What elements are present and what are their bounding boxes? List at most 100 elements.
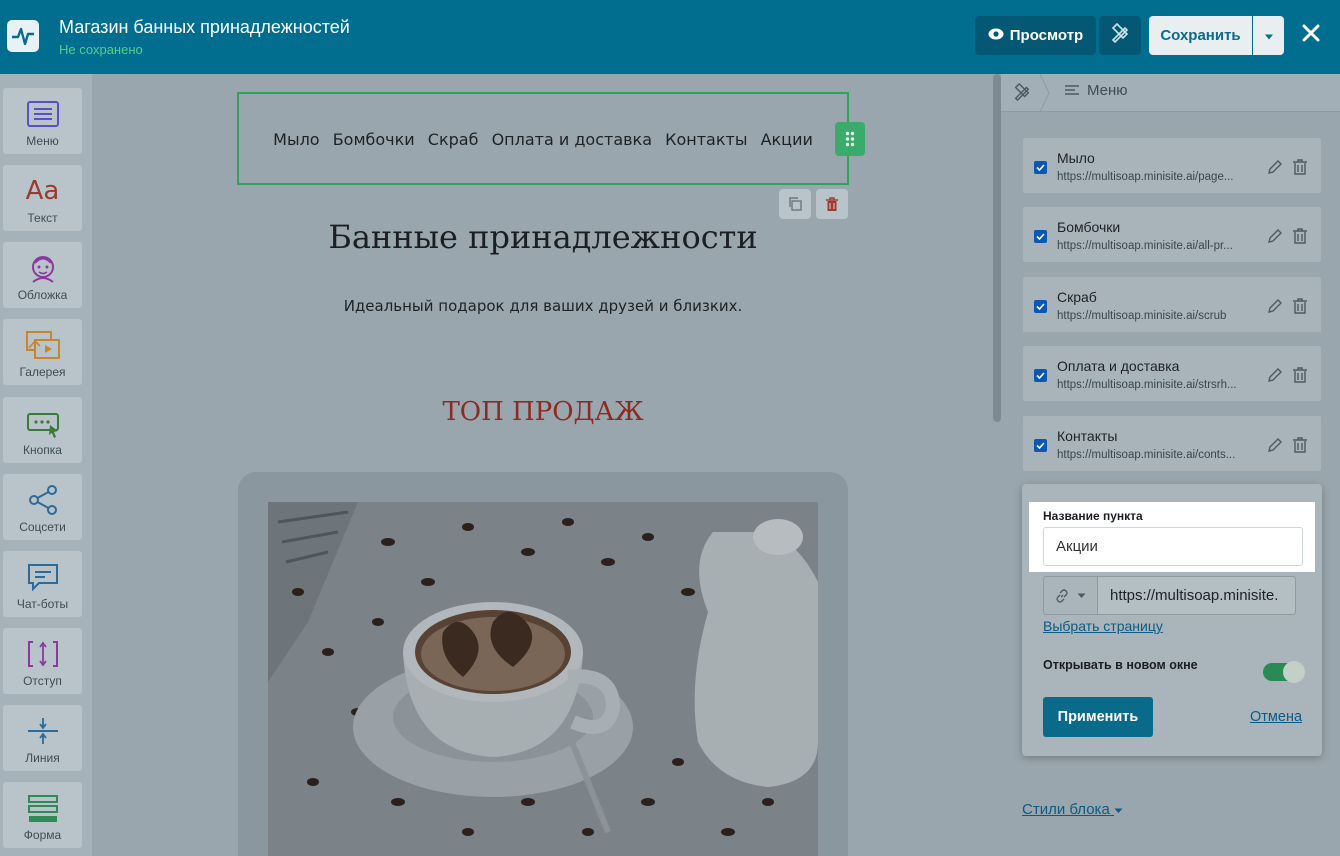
pencil-icon[interactable] (1266, 366, 1284, 384)
item-name-label: Название пункта (1043, 509, 1143, 523)
pencil-icon[interactable] (1266, 158, 1284, 176)
site-nav: Мыло Бомбочки Скраб Оплата и доставка Ко… (239, 130, 847, 149)
tool-button[interactable]: Кнопка (3, 397, 82, 463)
item-url: https://multisoap.minisite.ai/conts... (1057, 449, 1236, 461)
button-icon (26, 413, 59, 438)
panel-header (1001, 74, 1340, 112)
item-title: Контакты (1057, 428, 1118, 444)
tool-text[interactable]: Aa Текст (3, 165, 82, 231)
pencil-icon[interactable] (1266, 297, 1284, 315)
pick-page-link[interactable]: Выбрать страницу (1043, 618, 1163, 634)
grip-icon (845, 131, 855, 147)
menu-item-row[interactable]: Бомбочки https://multisoap.minisite.ai/a… (1022, 206, 1322, 263)
item-title: Скраб (1057, 289, 1097, 305)
close-button[interactable] (1296, 20, 1326, 50)
menu-block-selected[interactable]: Мыло Бомбочки Скраб Оплата и доставка Ко… (237, 92, 849, 185)
save-button[interactable]: Сохранить (1149, 16, 1252, 55)
apply-button[interactable]: Применить (1043, 697, 1153, 737)
breadcrumb: Меню (1065, 82, 1128, 99)
save-status: Не сохранено (59, 42, 143, 57)
cover-icon (31, 256, 54, 283)
tool-cover[interactable]: Обложка (3, 242, 82, 308)
nav-item[interactable]: Оплата и доставка (492, 130, 652, 149)
trash-icon[interactable] (1291, 158, 1309, 176)
item-url: https://multisoap.minisite.ai/strsrh... (1057, 379, 1237, 391)
tool-label: Отступ (23, 674, 62, 688)
trash-icon[interactable] (1291, 227, 1309, 245)
trash-icon[interactable] (1291, 366, 1309, 384)
new-window-label: Открывать в новом окне (1043, 658, 1198, 672)
new-window-toggle[interactable] (1263, 661, 1305, 683)
menu-icon (26, 101, 59, 127)
pencil-icon[interactable] (1266, 227, 1284, 245)
eye-icon (988, 27, 1004, 44)
divider-icon (27, 718, 58, 744)
caret-down-icon (1114, 808, 1123, 813)
trash-icon (826, 197, 838, 211)
item-visible-checkbox[interactable] (1034, 369, 1047, 382)
menu-item-row[interactable]: Оплата и доставка https://multisoap.mini… (1022, 345, 1322, 402)
preview-label: Просмотр (1009, 27, 1084, 44)
item-url-input[interactable] (1097, 576, 1296, 615)
tool-label: Меню (26, 134, 59, 148)
tool-label: Чат-боты (16, 597, 69, 611)
tool-gallery[interactable]: Галерея (3, 319, 82, 385)
tool-menu[interactable]: Меню (3, 88, 82, 154)
trash-icon[interactable] (1291, 436, 1309, 454)
check-icon (1036, 233, 1045, 240)
canvas-scrollbar[interactable] (993, 74, 1001, 422)
nav-item[interactable]: Мыло (273, 130, 319, 149)
link-type-select[interactable] (1043, 576, 1098, 615)
pencil-ruler-icon[interactable] (1013, 82, 1031, 106)
item-name-input[interactable] (1043, 527, 1303, 566)
save-options-button[interactable] (1253, 16, 1284, 55)
tool-label: Форма (23, 828, 62, 842)
duplicate-block-button[interactable] (779, 189, 811, 219)
product-image (268, 502, 818, 856)
drag-handle[interactable] (835, 122, 865, 156)
menu-item-row[interactable]: Мыло https://multisoap.minisite.ai/page.… (1022, 137, 1322, 194)
nav-item[interactable]: Скраб (428, 130, 479, 149)
item-visible-checkbox[interactable] (1034, 439, 1047, 452)
item-title: Бомбочки (1057, 219, 1121, 235)
nav-item[interactable]: Бомбочки (333, 130, 415, 149)
trash-icon[interactable] (1291, 297, 1309, 315)
item-url: https://multisoap.minisite.ai/all-pr... (1057, 240, 1233, 252)
breadcrumb-current: Меню (1087, 82, 1128, 99)
tool-spacing[interactable]: Отступ (3, 628, 82, 694)
tool-line[interactable]: Линия (3, 705, 82, 771)
gallery-icon (25, 331, 60, 359)
block-styles-label: Стили блока (1022, 801, 1110, 818)
nav-item[interactable]: Акции (761, 130, 813, 149)
tool-label: Кнопка (23, 443, 62, 457)
tool-social[interactable]: Соцсети (3, 474, 82, 540)
text-icon: Aa (25, 176, 60, 206)
item-title: Мыло (1057, 150, 1095, 166)
check-icon (1036, 303, 1045, 310)
delete-block-button[interactable] (816, 189, 848, 219)
check-icon (1036, 372, 1045, 379)
toggle-knob (1283, 661, 1305, 683)
preview-button[interactable]: Просмотр (975, 16, 1096, 55)
item-visible-checkbox[interactable] (1034, 230, 1047, 243)
block-styles-link[interactable]: Стили блока (1022, 801, 1123, 818)
item-visible-checkbox[interactable] (1034, 300, 1047, 313)
menu-item-row[interactable]: Контакты https://multisoap.minisite.ai/c… (1022, 415, 1322, 472)
tool-form[interactable]: Форма (3, 782, 82, 848)
pencil-icon[interactable] (1266, 436, 1284, 454)
cancel-link[interactable]: Отмена (1250, 709, 1302, 725)
item-visible-checkbox[interactable] (1034, 161, 1047, 174)
design-tools-button[interactable] (1099, 16, 1141, 55)
menu-item-row[interactable]: Скраб https://multisoap.minisite.ai/scru… (1022, 276, 1322, 333)
item-title: Оплата и доставка (1057, 358, 1180, 374)
activity-icon[interactable] (7, 20, 39, 52)
align-left-icon (1065, 84, 1079, 95)
tool-chatbots[interactable]: Чат-боты (3, 551, 82, 617)
nav-item[interactable]: Контакты (665, 130, 747, 149)
tool-label: Галерея (19, 365, 66, 379)
tool-label: Линия (25, 751, 60, 765)
page-heading: Банные принадлежности (328, 218, 758, 256)
close-icon (1301, 23, 1321, 48)
page-subheading: Идеальный подарок для ваших друзей и бли… (343, 297, 743, 315)
link-icon (1056, 588, 1068, 603)
